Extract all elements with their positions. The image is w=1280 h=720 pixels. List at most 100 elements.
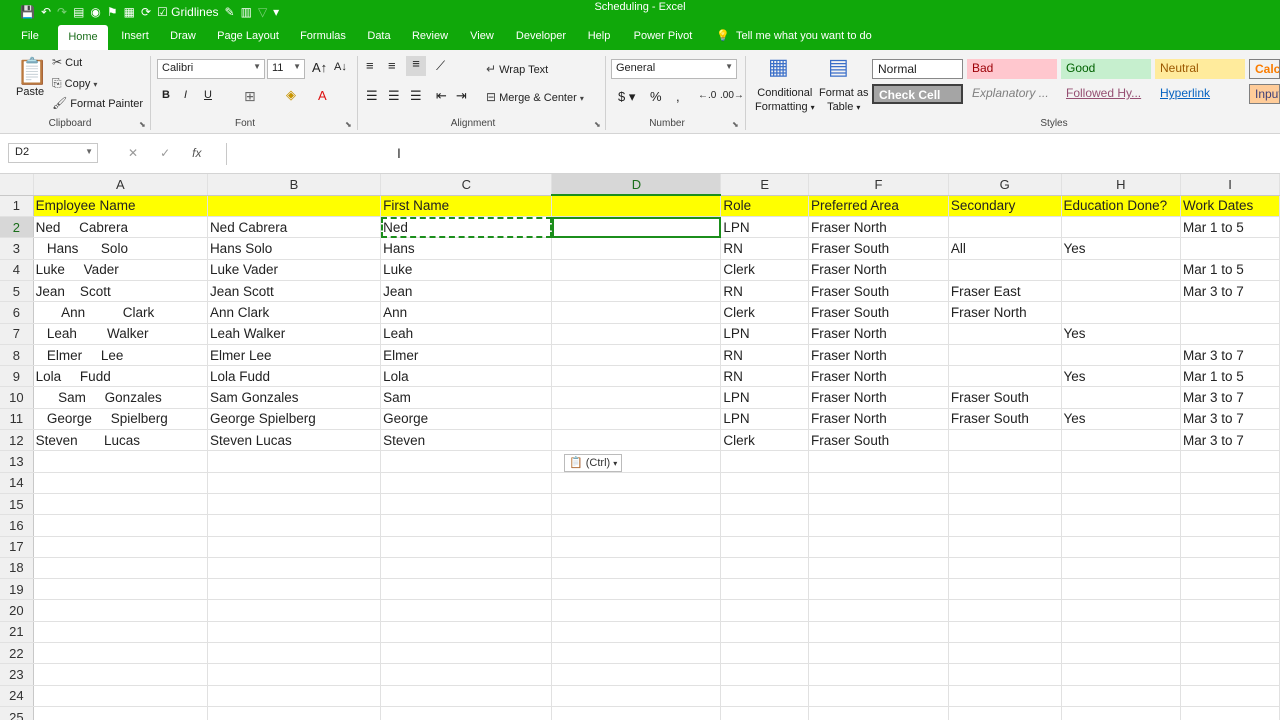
cell-e16[interactable] bbox=[720, 514, 810, 537]
cell-f3[interactable]: Fraser South bbox=[808, 237, 949, 260]
cell-d25[interactable] bbox=[551, 706, 722, 720]
cell-b15[interactable] bbox=[207, 493, 382, 516]
cell-a8[interactable]: Elmer Lee bbox=[33, 344, 208, 367]
cell-c17[interactable] bbox=[380, 536, 553, 558]
cell-e10[interactable]: LPN bbox=[720, 386, 810, 409]
cell-c3[interactable]: Hans bbox=[380, 237, 553, 260]
cell-i23[interactable] bbox=[1180, 663, 1280, 686]
cell-g23[interactable] bbox=[948, 663, 1062, 686]
row-header[interactable]: 3 bbox=[0, 237, 34, 260]
cell-g7[interactable] bbox=[948, 323, 1062, 345]
cell-c15[interactable] bbox=[380, 493, 553, 516]
cell-a20[interactable] bbox=[33, 599, 208, 622]
cell-h2[interactable] bbox=[1061, 216, 1182, 239]
row-header[interactable]: 8 bbox=[0, 344, 34, 367]
cell-c9[interactable]: Lola bbox=[380, 365, 553, 388]
select-all-corner[interactable] bbox=[0, 174, 34, 196]
cell-i4[interactable]: Mar 1 to 5 bbox=[1180, 259, 1280, 281]
cell-c23[interactable] bbox=[380, 663, 553, 686]
tab-developer[interactable]: Developer bbox=[510, 24, 572, 50]
cell-g24[interactable] bbox=[948, 685, 1062, 707]
format-painter-button[interactable]: 🖌 Format Painter bbox=[52, 96, 143, 110]
cell-c12[interactable]: Steven bbox=[380, 429, 553, 452]
cell-d23[interactable] bbox=[551, 663, 722, 686]
cell-e14[interactable] bbox=[720, 472, 810, 494]
style-normal[interactable]: Normal bbox=[872, 59, 963, 79]
cell-b21[interactable] bbox=[207, 621, 382, 644]
cell-d15[interactable] bbox=[551, 493, 722, 516]
column-header-g[interactable]: G bbox=[948, 174, 1062, 196]
cell-b3[interactable]: Hans Solo bbox=[207, 237, 382, 260]
style-explanatory[interactable]: Explanatory ... bbox=[967, 84, 1057, 104]
cell-c16[interactable] bbox=[380, 514, 553, 537]
cell-i14[interactable] bbox=[1180, 472, 1280, 494]
tell-me-search[interactable]: Tell me what you want to do bbox=[736, 24, 876, 50]
decrease-decimal-icon[interactable]: .00→ bbox=[720, 90, 744, 101]
cell-g19[interactable] bbox=[948, 578, 1062, 601]
style-hyperlink[interactable]: Hyperlink bbox=[1155, 84, 1245, 104]
cell-f21[interactable] bbox=[808, 621, 949, 644]
cell-a4[interactable]: Luke Vader bbox=[33, 259, 208, 281]
cell-e21[interactable] bbox=[720, 621, 810, 644]
tab-view[interactable]: View bbox=[464, 24, 500, 50]
cell-d20[interactable] bbox=[551, 599, 722, 622]
cell-g5[interactable]: Fraser East bbox=[948, 280, 1062, 303]
cell-e9[interactable]: RN bbox=[720, 365, 810, 388]
bold-button[interactable]: B bbox=[162, 89, 170, 101]
percent-icon[interactable]: % bbox=[650, 89, 662, 104]
cell-d9[interactable] bbox=[551, 365, 722, 388]
increase-font-icon[interactable]: A↑ bbox=[312, 60, 327, 75]
cell-g11[interactable]: Fraser South bbox=[948, 408, 1062, 431]
cell-i1[interactable]: Work Dates bbox=[1180, 195, 1280, 218]
cell-i2[interactable]: Mar 1 to 5 bbox=[1180, 216, 1280, 239]
cell-i8[interactable]: Mar 3 to 7 bbox=[1180, 344, 1280, 367]
decrease-indent-icon[interactable]: ⇤ bbox=[436, 88, 447, 104]
cell-e11[interactable]: LPN bbox=[720, 408, 810, 431]
cell-e22[interactable] bbox=[720, 642, 810, 665]
style-neutral[interactable]: Neutral bbox=[1155, 59, 1245, 79]
cell-d8[interactable] bbox=[551, 344, 722, 367]
cell-i13[interactable] bbox=[1180, 450, 1280, 473]
cell-c7[interactable]: Leah bbox=[380, 323, 553, 345]
currency-icon[interactable]: $ ▾ bbox=[618, 89, 635, 105]
cell-d1[interactable] bbox=[551, 195, 722, 218]
cell-h18[interactable] bbox=[1061, 557, 1182, 580]
cell-b9[interactable]: Lola Fudd bbox=[207, 365, 382, 388]
conditional-formatting-icon[interactable]: ▦ bbox=[768, 54, 789, 80]
cell-b19[interactable] bbox=[207, 578, 382, 601]
cell-e23[interactable] bbox=[720, 663, 810, 686]
cell-i25[interactable] bbox=[1180, 706, 1280, 720]
formula-input[interactable] bbox=[226, 143, 1280, 165]
copy-button[interactable]: ⎘ Copy ▾ bbox=[52, 76, 97, 91]
cell-g4[interactable] bbox=[948, 259, 1062, 281]
tab-home[interactable]: Home bbox=[58, 25, 108, 50]
cell-c25[interactable] bbox=[380, 706, 553, 720]
tab-formulas[interactable]: Formulas bbox=[294, 24, 352, 50]
cell-c21[interactable] bbox=[380, 621, 553, 644]
tab-insert[interactable]: Insert bbox=[114, 24, 156, 50]
cell-g9[interactable] bbox=[948, 365, 1062, 388]
cell-f8[interactable]: Fraser North bbox=[808, 344, 949, 367]
cell-b4[interactable]: Luke Vader bbox=[207, 259, 382, 281]
cell-g10[interactable]: Fraser South bbox=[948, 386, 1062, 409]
dialog-launcher-icon[interactable]: ⬊ bbox=[345, 120, 352, 129]
enter-icon[interactable]: ✓ bbox=[160, 146, 170, 160]
row-header[interactable]: 13 bbox=[0, 450, 34, 473]
cell-h22[interactable] bbox=[1061, 642, 1182, 665]
font-name-select[interactable]: Calibri ▼ bbox=[157, 59, 265, 79]
cell-f4[interactable]: Fraser North bbox=[808, 259, 949, 281]
cell-e15[interactable] bbox=[720, 493, 810, 516]
tab-help[interactable]: Help bbox=[582, 24, 616, 50]
cell-i24[interactable] bbox=[1180, 685, 1280, 707]
row-header[interactable]: 16 bbox=[0, 514, 34, 537]
cell-f6[interactable]: Fraser South bbox=[808, 301, 949, 324]
cell-b2[interactable]: Ned Cabrera bbox=[207, 216, 382, 239]
cell-f10[interactable]: Fraser North bbox=[808, 386, 949, 409]
cell-c11[interactable]: George bbox=[380, 408, 553, 431]
cell-g16[interactable] bbox=[948, 514, 1062, 537]
cell-d16[interactable] bbox=[551, 514, 722, 537]
row-header[interactable]: 1 bbox=[0, 195, 34, 218]
cell-h21[interactable] bbox=[1061, 621, 1182, 644]
tab-draw[interactable]: Draw bbox=[164, 24, 202, 50]
comma-icon[interactable]: , bbox=[676, 89, 680, 104]
